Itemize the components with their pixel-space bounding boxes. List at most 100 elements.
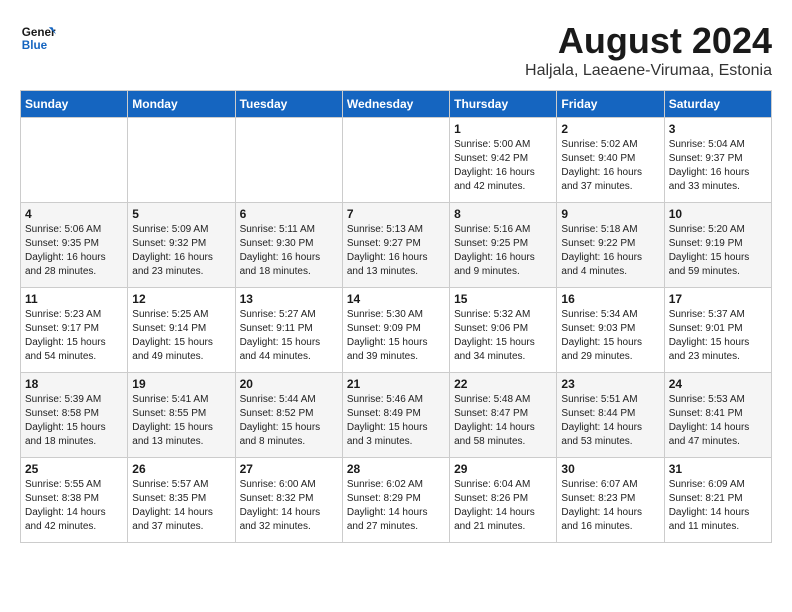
calendar-cell <box>342 118 449 203</box>
calendar-cell: 2 Sunrise: 5:02 AM Sunset: 9:40 PM Daylig… <box>557 118 664 203</box>
calendar-cell: 18 Sunrise: 5:39 AM Sunset: 8:58 PM Dayli… <box>21 373 128 458</box>
calendar-cell <box>128 118 235 203</box>
calendar-cell: 21Sunrise: 5:46 AM Sunset: 8:49 PM Dayli… <box>342 373 449 458</box>
day-info: Sunrise: 5:20 AM Sunset: 9:19 PM Dayligh… <box>669 223 767 279</box>
day-info: Sunrise: 5:06 AM Sunset: 9:35 PM Dayligh… <box>25 223 123 279</box>
day-number: 11 <box>25 292 123 306</box>
day-info: Sunrise: 6:02 AM Sunset: 8:29 PM Dayligh… <box>347 478 445 534</box>
logo-icon: General Blue <box>20 20 56 56</box>
calendar-week-4: 25 Sunrise: 5:55 AM Sunset: 8:38 PM Dayli… <box>21 458 772 543</box>
calendar-cell: 9 Sunrise: 5:18 AM Sunset: 9:22 PM Daylig… <box>557 203 664 288</box>
calendar-cell: 12 Sunrise: 5:25 AM Sunset: 9:14 PM Dayli… <box>128 288 235 373</box>
day-info: Sunrise: 5:11 AM Sunset: 9:30 PM Dayligh… <box>240 223 338 279</box>
calendar-cell: 10Sunrise: 5:20 AM Sunset: 9:19 PM Dayli… <box>664 203 771 288</box>
calendar-cell: 7 Sunrise: 5:13 AM Sunset: 9:27 PM Daylig… <box>342 203 449 288</box>
day-number: 25 <box>25 462 123 476</box>
day-number: 13 <box>240 292 338 306</box>
day-info: Sunrise: 5:55 AM Sunset: 8:38 PM Dayligh… <box>25 478 123 534</box>
calendar-cell: 16Sunrise: 5:34 AM Sunset: 9:03 PM Dayli… <box>557 288 664 373</box>
header-day-sunday: Sunday <box>21 91 128 118</box>
calendar-week-0: 1Sunrise: 5:00 AM Sunset: 9:42 PM Daylig… <box>21 118 772 203</box>
day-number: 30 <box>561 462 659 476</box>
day-number: 17 <box>669 292 767 306</box>
day-info: Sunrise: 5:02 AM Sunset: 9:40 PM Dayligh… <box>561 138 659 194</box>
day-info: Sunrise: 5:25 AM Sunset: 9:14 PM Dayligh… <box>132 308 230 364</box>
day-number: 26 <box>132 462 230 476</box>
day-info: Sunrise: 5:51 AM Sunset: 8:44 PM Dayligh… <box>561 393 659 449</box>
day-info: Sunrise: 5:44 AM Sunset: 8:52 PM Dayligh… <box>240 393 338 449</box>
day-number: 18 <box>25 377 123 391</box>
calendar-cell: 19Sunrise: 5:41 AM Sunset: 8:55 PM Dayli… <box>128 373 235 458</box>
day-info: Sunrise: 5:53 AM Sunset: 8:41 PM Dayligh… <box>669 393 767 449</box>
day-number: 23 <box>561 377 659 391</box>
day-number: 20 <box>240 377 338 391</box>
day-info: Sunrise: 5:57 AM Sunset: 8:35 PM Dayligh… <box>132 478 230 534</box>
calendar-cell: 3 Sunrise: 5:04 AM Sunset: 9:37 PM Daylig… <box>664 118 771 203</box>
calendar-week-3: 18 Sunrise: 5:39 AM Sunset: 8:58 PM Dayli… <box>21 373 772 458</box>
day-info: Sunrise: 5:41 AM Sunset: 8:55 PM Dayligh… <box>132 393 230 449</box>
logo: General Blue <box>20 20 56 56</box>
calendar-cell <box>21 118 128 203</box>
day-number: 27 <box>240 462 338 476</box>
header-row: SundayMondayTuesdayWednesdayThursdayFrid… <box>21 91 772 118</box>
calendar-cell: 30 Sunrise: 6:07 AM Sunset: 8:23 PM Dayli… <box>557 458 664 543</box>
day-info: Sunrise: 5:16 AM Sunset: 9:25 PM Dayligh… <box>454 223 552 279</box>
day-number: 2 <box>561 122 659 136</box>
header-day-saturday: Saturday <box>664 91 771 118</box>
day-number: 14 <box>347 292 445 306</box>
day-number: 6 <box>240 207 338 221</box>
day-info: Sunrise: 5:13 AM Sunset: 9:27 PM Dayligh… <box>347 223 445 279</box>
calendar-cell: 15 Sunrise: 5:32 AM Sunset: 9:06 PM Dayli… <box>450 288 557 373</box>
calendar-cell <box>235 118 342 203</box>
calendar-body: 1Sunrise: 5:00 AM Sunset: 9:42 PM Daylig… <box>21 118 772 543</box>
day-number: 28 <box>347 462 445 476</box>
day-number: 7 <box>347 207 445 221</box>
day-info: Sunrise: 5:39 AM Sunset: 8:58 PM Dayligh… <box>25 393 123 449</box>
calendar-cell: 4Sunrise: 5:06 AM Sunset: 9:35 PM Daylig… <box>21 203 128 288</box>
calendar-cell: 13 Sunrise: 5:27 AM Sunset: 9:11 PM Dayli… <box>235 288 342 373</box>
day-number: 15 <box>454 292 552 306</box>
day-info: Sunrise: 5:32 AM Sunset: 9:06 PM Dayligh… <box>454 308 552 364</box>
svg-text:Blue: Blue <box>22 39 48 52</box>
calendar-cell: 14 Sunrise: 5:30 AM Sunset: 9:09 PM Dayli… <box>342 288 449 373</box>
calendar-cell: 25 Sunrise: 5:55 AM Sunset: 8:38 PM Dayli… <box>21 458 128 543</box>
day-number: 5 <box>132 207 230 221</box>
calendar-cell: 23 Sunrise: 5:51 AM Sunset: 8:44 PM Dayli… <box>557 373 664 458</box>
day-info: Sunrise: 5:30 AM Sunset: 9:09 PM Dayligh… <box>347 308 445 364</box>
calendar-cell: 1Sunrise: 5:00 AM Sunset: 9:42 PM Daylig… <box>450 118 557 203</box>
day-number: 29 <box>454 462 552 476</box>
calendar-cell: 26 Sunrise: 5:57 AM Sunset: 8:35 PM Dayli… <box>128 458 235 543</box>
day-info: Sunrise: 6:04 AM Sunset: 8:26 PM Dayligh… <box>454 478 552 534</box>
calendar-cell: 17 Sunrise: 5:37 AM Sunset: 9:01 PM Dayli… <box>664 288 771 373</box>
day-number: 31 <box>669 462 767 476</box>
day-number: 22 <box>454 377 552 391</box>
day-info: Sunrise: 5:09 AM Sunset: 9:32 PM Dayligh… <box>132 223 230 279</box>
day-info: Sunrise: 5:46 AM Sunset: 8:49 PM Dayligh… <box>347 393 445 449</box>
day-info: Sunrise: 5:23 AM Sunset: 9:17 PM Dayligh… <box>25 308 123 364</box>
calendar-week-2: 11 Sunrise: 5:23 AM Sunset: 9:17 PM Dayli… <box>21 288 772 373</box>
calendar-cell: 22 Sunrise: 5:48 AM Sunset: 8:47 PM Dayli… <box>450 373 557 458</box>
page-subtitle: Haljala, Laeaene-Virumaa, Estonia <box>525 62 772 80</box>
day-number: 24 <box>669 377 767 391</box>
day-info: Sunrise: 5:37 AM Sunset: 9:01 PM Dayligh… <box>669 308 767 364</box>
header-day-monday: Monday <box>128 91 235 118</box>
day-number: 1 <box>454 122 552 136</box>
day-number: 3 <box>669 122 767 136</box>
day-number: 12 <box>132 292 230 306</box>
calendar-cell: 5 Sunrise: 5:09 AM Sunset: 9:32 PM Daylig… <box>128 203 235 288</box>
day-number: 9 <box>561 207 659 221</box>
calendar-week-1: 4Sunrise: 5:06 AM Sunset: 9:35 PM Daylig… <box>21 203 772 288</box>
page-header: General Blue August 2024 Haljala, Laeaen… <box>20 20 772 80</box>
calendar-header: SundayMondayTuesdayWednesdayThursdayFrid… <box>21 91 772 118</box>
day-info: Sunrise: 5:27 AM Sunset: 9:11 PM Dayligh… <box>240 308 338 364</box>
calendar-cell: 31Sunrise: 6:09 AM Sunset: 8:21 PM Dayli… <box>664 458 771 543</box>
day-number: 16 <box>561 292 659 306</box>
calendar-cell: 28 Sunrise: 6:02 AM Sunset: 8:29 PM Dayli… <box>342 458 449 543</box>
day-info: Sunrise: 5:04 AM Sunset: 9:37 PM Dayligh… <box>669 138 767 194</box>
calendar-cell: 24 Sunrise: 5:53 AM Sunset: 8:41 PM Dayli… <box>664 373 771 458</box>
day-info: Sunrise: 5:18 AM Sunset: 9:22 PM Dayligh… <box>561 223 659 279</box>
header-day-thursday: Thursday <box>450 91 557 118</box>
calendar-cell: 8Sunrise: 5:16 AM Sunset: 9:25 PM Daylig… <box>450 203 557 288</box>
day-info: Sunrise: 5:48 AM Sunset: 8:47 PM Dayligh… <box>454 393 552 449</box>
day-info: Sunrise: 6:07 AM Sunset: 8:23 PM Dayligh… <box>561 478 659 534</box>
